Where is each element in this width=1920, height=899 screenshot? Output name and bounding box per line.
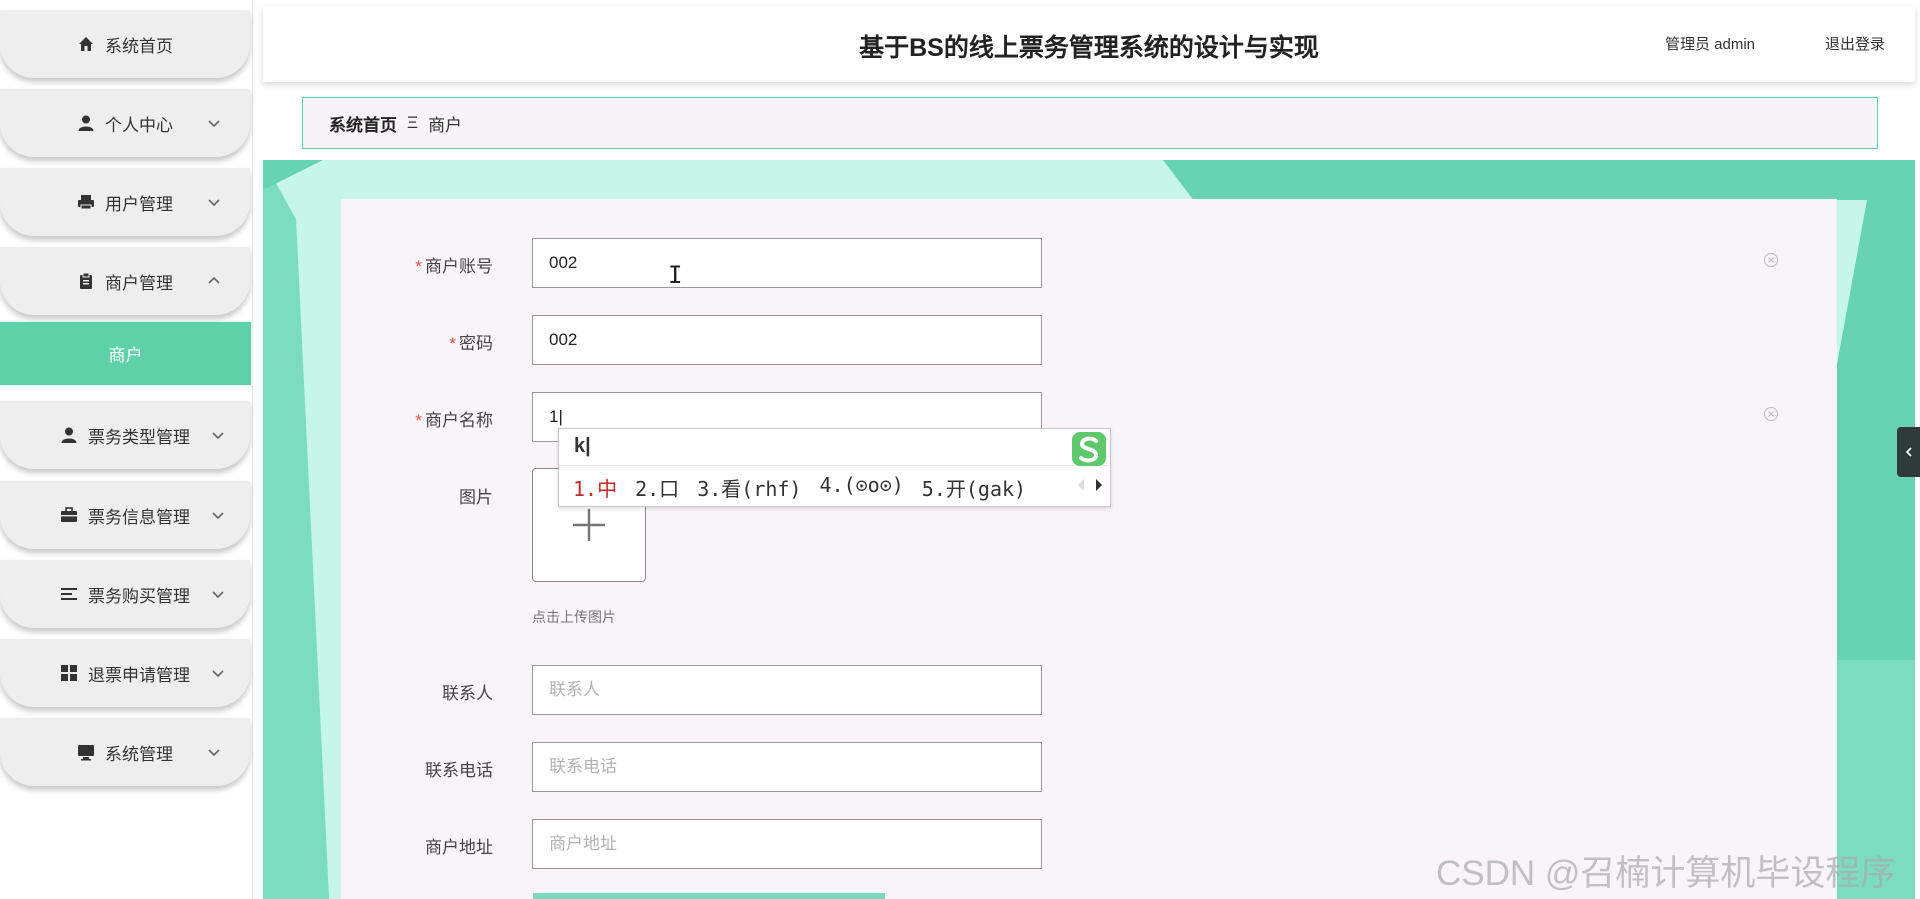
sidebar-item-label: 票务信息管理 — [88, 507, 190, 527]
form-row-contact: 联系人 联系人 — [341, 665, 1837, 717]
monitor-icon — [77, 743, 95, 761]
sidebar-item-merchant-management[interactable]: 商户管理 — [0, 247, 250, 315]
required-mark: * — [415, 411, 422, 430]
sidebar-item-refund-management[interactable]: 退票申请管理 — [0, 639, 250, 707]
breadcrumb-home[interactable]: 系统首页 — [329, 111, 397, 136]
logout-link[interactable]: 退出登录 — [1825, 33, 1885, 54]
breadcrumb: 系统首页 Ξ 商户 — [302, 97, 1878, 149]
chevron-left-icon — [1905, 447, 1912, 457]
printer-icon — [77, 193, 95, 211]
password-input[interactable]: 002 — [532, 315, 1042, 365]
ime-candidate[interactable]: 5.开(gak) — [922, 473, 1026, 502]
address-label: 商户地址 — [425, 838, 493, 857]
chevron-down-icon — [208, 120, 220, 128]
list-icon — [60, 585, 78, 603]
clear-icon[interactable] — [1763, 252, 1779, 268]
chevron-down-icon — [212, 591, 224, 599]
upload-tip: 点击上传图片 — [532, 609, 616, 625]
sidebar-item-label: 商户管理 — [105, 273, 173, 293]
ime-divider — [559, 465, 1110, 466]
sidebar-item-label: 退票申请管理 — [88, 665, 190, 685]
field-label: * 商户账号 — [341, 252, 493, 277]
address-input[interactable]: 商户地址 — [532, 819, 1042, 869]
sidebar-item-ticket-type-management[interactable]: 票务类型管理 — [0, 401, 250, 469]
chevron-up-icon — [208, 276, 220, 284]
briefcase-icon — [60, 506, 78, 524]
ime-candidate[interactable]: 1.中 — [573, 473, 617, 502]
breadcrumb-current: 商户 — [428, 115, 463, 135]
phone-input[interactable]: 联系电话 — [532, 742, 1042, 792]
field-label: * 商户名称 — [341, 406, 493, 431]
contact-label: 联系人 — [442, 684, 493, 703]
sidebar-item-label: 票务购买管理 — [88, 586, 190, 606]
sidebar-item-ticket-info-management[interactable]: 票务信息管理 — [0, 481, 250, 549]
submit-area-strip — [533, 893, 885, 899]
ime-candidate[interactable]: 3.看(rhf) — [697, 473, 801, 502]
chevron-down-icon — [208, 749, 220, 757]
collapse-handle[interactable] — [1897, 427, 1920, 477]
field-label: * 密码 — [341, 329, 493, 354]
ime-candidate-popup[interactable]: k| 1.中 2.口 3.看(rhf) 4.(⊙o⊙) 5.开(gak) — [558, 428, 1111, 507]
clear-icon[interactable] — [1763, 406, 1779, 422]
grid-icon — [60, 664, 78, 682]
form-row-password: * 密码 002 — [341, 315, 1837, 367]
clipboard-icon — [77, 272, 95, 290]
person-icon — [77, 114, 95, 132]
sidebar-item-label: 个人中心 — [105, 115, 173, 135]
watermark: CSDN @召楠计算机毕设程序 — [1436, 854, 1896, 893]
chevron-down-icon — [208, 199, 220, 207]
merchant-form: * 商户账号 002 * 密码 002 * 商户名称 1| 图片 点击上传图片 联系人… — [341, 199, 1837, 899]
account-label: 商户账号 — [425, 257, 493, 276]
arrow-left-icon[interactable] — [1076, 477, 1086, 493]
form-row-account: * 商户账号 002 — [341, 238, 1837, 290]
form-row-phone: 联系电话 联系电话 — [341, 742, 1837, 794]
sidebar-item-personal-center[interactable]: 个人中心 — [0, 89, 250, 157]
sidebar-item-ticket-purchase-management[interactable]: 票务购买管理 — [0, 560, 250, 628]
sidebar-item-label: 系统管理 — [105, 744, 173, 764]
home-icon — [77, 35, 95, 53]
bg-shape-dark-top — [1163, 160, 1915, 200]
sidebar-item-home[interactable]: 系统首页 — [0, 10, 250, 78]
ime-candidate[interactable]: 4.(⊙o⊙) — [819, 473, 903, 502]
sidebar-item-label: 票务类型管理 — [88, 427, 190, 447]
name-label: 商户名称 — [425, 411, 493, 430]
arrow-right-icon[interactable] — [1094, 477, 1104, 493]
ime-typed-text: k| — [574, 435, 591, 457]
breadcrumb-separator-icon: Ξ — [407, 113, 419, 132]
sidebar: 系统首页 个人中心 用户管理 商户管理 商户 票务类型管理 票务信息管理 票务购… — [0, 0, 253, 899]
ime-page-arrows — [1076, 477, 1104, 493]
ime-candidate[interactable]: 2.口 — [635, 473, 679, 502]
sidebar-subitem-merchant[interactable]: 商户 — [0, 322, 251, 385]
sidebar-item-user-management[interactable]: 用户管理 — [0, 168, 250, 236]
image-label: 图片 — [459, 488, 493, 507]
text-cursor-icon: I — [668, 261, 683, 289]
password-label: 密码 — [459, 334, 493, 353]
person-icon — [60, 426, 78, 444]
sidebar-item-label: 系统首页 — [105, 36, 173, 56]
chevron-down-icon — [212, 512, 224, 520]
sidebar-item-system-management[interactable]: 系统管理 — [0, 718, 250, 786]
sidebar-item-label: 用户管理 — [105, 194, 173, 214]
contact-input[interactable]: 联系人 — [532, 665, 1042, 715]
sogou-logo-icon — [1072, 432, 1106, 466]
merchant-account-input[interactable]: 002 — [532, 238, 1042, 288]
required-mark: * — [449, 334, 456, 353]
top-header: 基于BS的线上票务管理系统的设计与实现 管理员 admin 退出登录 — [263, 6, 1915, 82]
ime-candidate-list: 1.中 2.口 3.看(rhf) 4.(⊙o⊙) 5.开(gak) — [573, 473, 1026, 502]
sidebar-subitem-label: 商户 — [108, 346, 143, 365]
required-mark: * — [415, 257, 422, 276]
chevron-down-icon — [212, 432, 224, 440]
admin-user-label: 管理员 admin — [1664, 36, 1755, 53]
phone-label: 联系电话 — [425, 761, 493, 780]
chevron-down-icon — [212, 670, 224, 678]
